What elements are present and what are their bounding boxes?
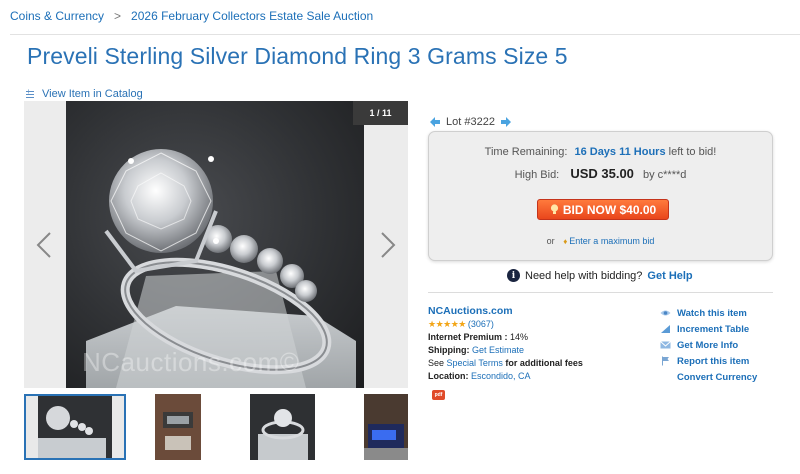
view-in-catalog-label: View Item in Catalog — [42, 88, 143, 100]
main-item-photo[interactable]: NCauctions.com© — [66, 101, 364, 388]
get-more-info-link[interactable]: Get More Info — [660, 337, 757, 353]
bidding-help: i Need help with bidding? Get Help — [507, 269, 693, 282]
see-suffix: for additional fees — [505, 358, 583, 368]
next-image-arrow-icon[interactable] — [380, 231, 396, 259]
thumbnail-3-image — [250, 394, 315, 460]
max-bid-icon: ♦ — [563, 237, 568, 246]
get-more-info-label: Get More Info — [677, 339, 739, 351]
high-bidder: by c****d — [642, 169, 687, 181]
pdf-icon[interactable]: pdf — [432, 390, 445, 400]
lot-number: Lot #3222 — [446, 116, 495, 128]
time-remaining-suffix: left to bid! — [668, 146, 717, 158]
bid-now-label: BID NOW $40.00 — [562, 202, 657, 217]
breadcrumb-separator: > — [114, 9, 122, 23]
location-link[interactable]: Escondido, CA — [471, 371, 531, 381]
max-bid-row: or ♦ Enter a maximum bid — [429, 236, 772, 246]
previous-lot-arrow-icon[interactable] — [430, 117, 441, 127]
next-lot-arrow-icon[interactable] — [500, 117, 511, 127]
report-item-label: Report this item — [677, 355, 750, 367]
see-prefix: See — [428, 358, 445, 368]
image-gallery: NCauctions.com© 1 / 11 — [24, 101, 408, 388]
increment-table-label: Increment Table — [677, 323, 750, 335]
thumbnail-3[interactable] — [250, 394, 315, 460]
info-icon: i — [507, 269, 520, 282]
time-remaining-label: Time Remaining: — [484, 146, 568, 158]
bid-now-button[interactable]: BID NOW $40.00 — [537, 199, 669, 220]
item-actions: Watch this item Increment Table Get More… — [660, 305, 757, 385]
thumbnail-2[interactable] — [155, 394, 201, 460]
high-bid: High Bid: USD 35.00 by c****d — [429, 166, 772, 181]
breadcrumb: Coins & Currency > 2026 February Collect… — [10, 9, 373, 23]
special-terms-link[interactable]: Special Terms — [447, 358, 503, 368]
eye-icon — [660, 310, 671, 316]
time-remaining: Time Remaining: 16 Days 11 Hours left to… — [429, 146, 772, 158]
rating-stars-icon: ★★★★★ — [428, 319, 466, 329]
help-text: Need help with bidding? — [525, 269, 643, 282]
photo-watermark: NCauctions.com© — [82, 347, 300, 377]
shipping-label: Shipping: — [428, 345, 470, 355]
bid-panel: Time Remaining: 16 Days 11 Hours left to… — [428, 131, 773, 261]
seller-info: NCAuctions.com ★★★★★ (3067) Internet Prem… — [428, 305, 583, 383]
time-remaining-value: 16 Days 11 Hours — [574, 146, 666, 158]
internet-premium-label: Internet Premium : — [428, 332, 508, 342]
header-divider — [10, 34, 800, 35]
or-text: or — [546, 236, 555, 246]
thumbnail-2-image — [155, 394, 201, 460]
rating-count-link[interactable]: (3067) — [468, 319, 494, 329]
breadcrumb-link-category[interactable]: Coins & Currency — [10, 9, 104, 23]
flag-icon — [662, 356, 669, 366]
location-label: Location: — [428, 371, 469, 381]
thumbnail-4-image — [364, 394, 408, 460]
envelope-icon — [660, 341, 671, 349]
previous-image-arrow-icon[interactable] — [36, 231, 52, 259]
seller-name-link[interactable]: NCAuctions.com — [428, 305, 513, 317]
breadcrumb-link-auction[interactable]: 2026 February Collectors Estate Sale Auc… — [131, 9, 373, 23]
section-divider — [428, 292, 773, 293]
increment-table-link[interactable]: Increment Table — [660, 321, 757, 337]
image-counter: 1 / 11 — [353, 101, 408, 125]
ring-photo-illustration — [86, 149, 356, 388]
watch-item-label: Watch this item — [677, 307, 747, 319]
high-bid-value: USD 35.00 — [570, 166, 634, 181]
convert-currency-label: Convert Currency — [677, 371, 758, 383]
enter-max-bid-link[interactable]: Enter a maximum bid — [569, 236, 654, 246]
list-add-icon: + — [26, 87, 38, 99]
increment-chart-icon — [661, 325, 670, 333]
thumbnail-4[interactable] — [364, 394, 408, 460]
thumbnail-strip — [24, 394, 414, 460]
convert-currency-link[interactable]: Convert Currency — [660, 369, 757, 385]
page-title: Preveli Sterling Silver Diamond Ring 3 G… — [27, 43, 568, 69]
thumbnail-1[interactable] — [24, 394, 126, 460]
internet-premium-value: 14% — [510, 332, 529, 342]
get-estimate-link[interactable]: Get Estimate — [472, 345, 524, 355]
thumbnail-1-image — [26, 396, 124, 458]
lightbulb-icon — [550, 204, 558, 214]
high-bid-label: High Bid: — [514, 169, 560, 181]
watch-item-link[interactable]: Watch this item — [660, 305, 757, 321]
view-in-catalog-link[interactable]: + View Item in Catalog — [26, 87, 143, 100]
report-item-link[interactable]: Report this item — [660, 353, 757, 369]
get-help-link[interactable]: Get Help — [647, 270, 692, 282]
lot-navigation: Lot #3222 — [430, 116, 511, 128]
